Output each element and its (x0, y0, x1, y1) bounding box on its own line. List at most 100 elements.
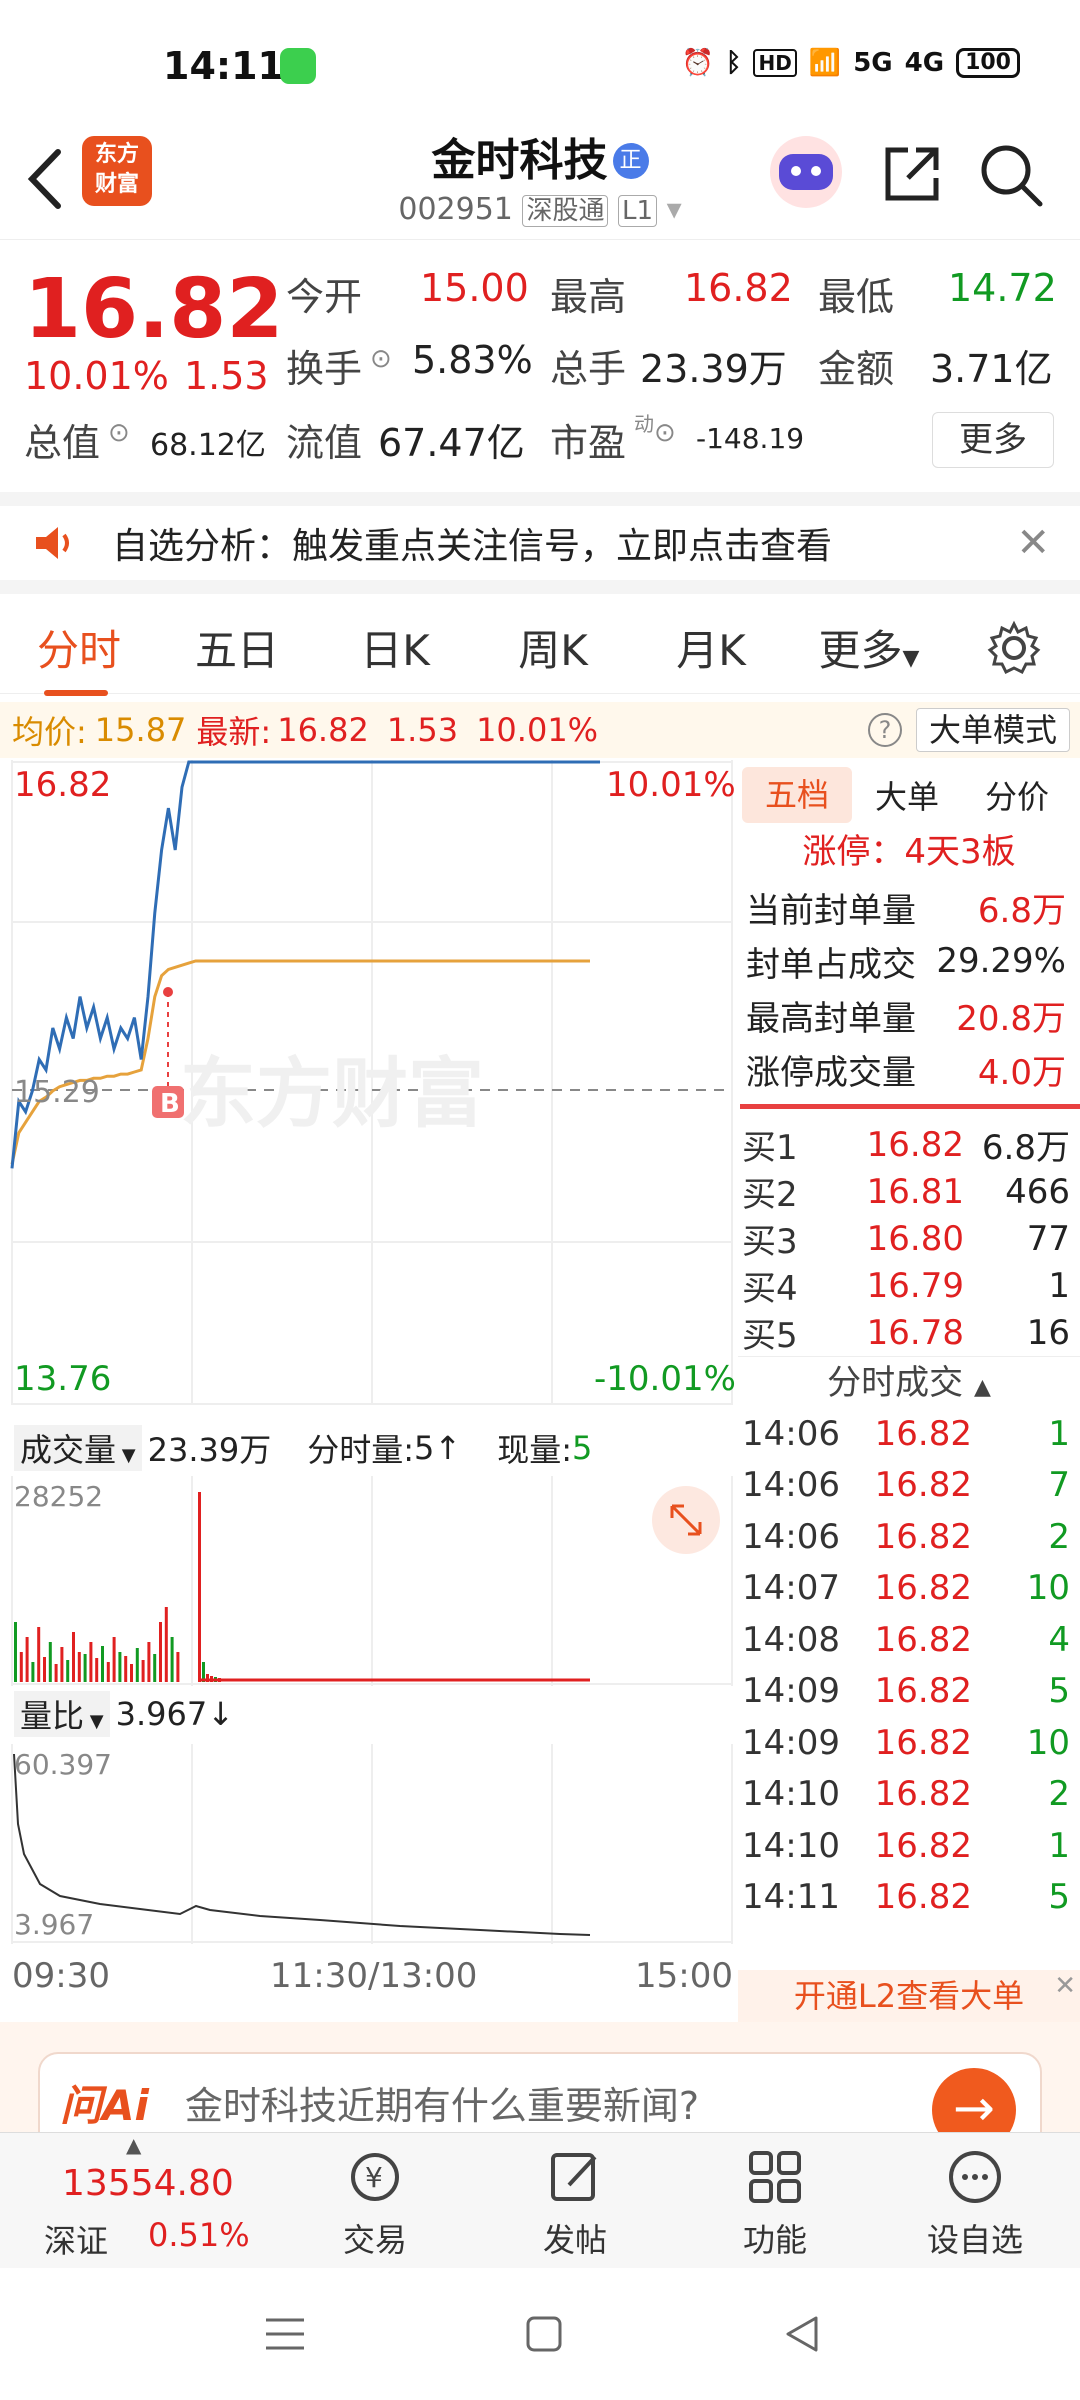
tab-five-levels[interactable]: 五档 (742, 767, 852, 823)
bid-row[interactable]: 买2 16.81 466 (738, 1168, 1080, 1216)
hd-icon: HD (753, 49, 797, 77)
search-icon[interactable] (978, 142, 1044, 208)
change-pct: 10.01% (24, 354, 169, 398)
logo-line2: 财富 (94, 172, 139, 197)
volume-bar (198, 1492, 201, 1682)
volume-ratio-chart[interactable]: 60.397 3.967 (0, 1744, 735, 1944)
latest-change: 1.53 (386, 711, 459, 749)
intraday-chart-area[interactable]: 东方财富 B 16.82 10.01% 15.29 13.76 -10.01% … (0, 760, 735, 2022)
tab-more[interactable]: 更多▼ (790, 617, 948, 678)
volume-total: 23.39万 (147, 1431, 272, 1469)
volume-bar (176, 1652, 180, 1682)
alarm-icon: ⏰ (681, 48, 714, 78)
home-icon[interactable] (524, 2314, 564, 2354)
tab-big-order[interactable]: 大单 (852, 772, 962, 818)
chevron-down-icon[interactable]: ▾ (667, 192, 682, 227)
dropdown-icon: ▼ (902, 646, 920, 671)
volume-bar (153, 1654, 157, 1682)
bid-row[interactable]: 买1 16.82 6.8万 (738, 1121, 1080, 1169)
avg-value: 15.87 (94, 711, 187, 749)
tab-weekly-k[interactable]: 周K (474, 617, 632, 678)
ratio-select[interactable]: 量比 ▼ (14, 1691, 110, 1737)
tab-intraday[interactable]: 分时 (0, 617, 158, 696)
robot-assistant-icon[interactable] (770, 136, 842, 208)
tab-daily-k[interactable]: 日K (316, 617, 474, 678)
zheng-badge: 正 (612, 143, 649, 179)
back-nav-icon[interactable] (780, 2312, 824, 2356)
function-button[interactable]: 功能 (700, 2147, 850, 2261)
bid-row[interactable]: 买4 16.79 1 (738, 1262, 1080, 1310)
volume-bar (83, 1654, 87, 1682)
low-value: 14.72 (948, 266, 1057, 310)
stock-code: 002951 (398, 192, 513, 227)
volume-select[interactable]: 成交量 ▼ (14, 1425, 142, 1471)
bottom-toolbar: ▲ 13554.80 深证 0.51% ¥ 交易 发帖 功能 设自选 (0, 2132, 1080, 2268)
add-watchlist-button[interactable]: 设自选 (900, 2147, 1050, 2261)
tab-monthly-k[interactable]: 月K (632, 617, 790, 678)
caret-up-icon: ▲ (973, 1375, 991, 1400)
bid-row[interactable]: 买3 16.80 77 (738, 1215, 1080, 1263)
analysis-banner[interactable]: 自选分析：触发重点关注信号，立即点击查看 ✕ (0, 492, 1080, 594)
trade-button[interactable]: ¥ 交易 (300, 2147, 450, 2261)
volume-bar (159, 1622, 162, 1682)
tab-price-split[interactable]: 分价 (962, 772, 1072, 818)
tab-5day[interactable]: 五日 (158, 617, 316, 678)
low-label: 最低 (818, 275, 895, 319)
logo-line1: 东方 (94, 142, 139, 167)
ai-ask-bar: 问Ai 金时科技近期有什么重要新闻? → (0, 2022, 1080, 2152)
pe-label: 市盈 (550, 421, 627, 465)
share-icon[interactable] (880, 142, 944, 206)
bluetooth-icon: ᛒ (725, 48, 742, 78)
volume-bar (48, 1642, 52, 1682)
watermark: 东方财富 (180, 1049, 484, 1138)
info-icon[interactable]: ⊙ (370, 344, 392, 374)
big-order-mode-button[interactable]: 大单模式 (916, 708, 1071, 752)
volume-bar (89, 1642, 93, 1682)
info-icon[interactable]: ⊙ (108, 418, 130, 448)
tick-row: 14:06 16.82 1 (742, 1413, 1070, 1454)
help-icon[interactable]: ? (868, 713, 902, 747)
volume-bar (37, 1627, 41, 1682)
axis-top-price: 16.82 (14, 765, 111, 805)
volume-chart[interactable]: 28252 (0, 1476, 735, 1686)
stat-row: 当前封单量 6.8万 (746, 890, 1066, 931)
l2-upsell-banner[interactable]: 开通L2查看大单 ✕ (738, 1970, 1080, 2022)
post-button[interactable]: 发帖 (500, 2147, 650, 2261)
axis-top-pct: 10.01% (606, 765, 735, 805)
status-time: 14:11 (163, 44, 284, 88)
close-icon[interactable]: ✕ (1016, 520, 1050, 566)
more-button[interactable]: 更多 (932, 412, 1054, 468)
index-widget[interactable]: 13554.80 深证 0.51% (40, 2163, 260, 2262)
close-icon[interactable]: ✕ (1054, 1960, 1076, 2012)
buy-marker-label: B (160, 1089, 180, 1119)
tick-row: 14:06 16.82 7 (742, 1465, 1070, 1506)
menu-icon[interactable] (262, 2314, 308, 2354)
bid-row[interactable]: 买5 16.78 16 (738, 1309, 1080, 1357)
pe-value: -148.19 (696, 422, 805, 455)
buy-marker-dot (163, 987, 173, 997)
stock-title-block[interactable]: 金时科技 正 002951 深股通 L1 ▾ (320, 124, 760, 227)
gear-icon[interactable] (986, 620, 1042, 676)
axis-bottom-pct: -10.01% (594, 1359, 735, 1399)
ticks-title[interactable]: 分时成交 ▲ (738, 1356, 1080, 1408)
battery-icon: 100 (956, 48, 1020, 78)
level-tag: L1 (618, 195, 658, 227)
ratio-min: 3.967 (14, 1908, 94, 1941)
avg-label: 均价: (12, 713, 87, 751)
latest-value: 16.82 (277, 711, 369, 749)
high-value: 16.82 (684, 266, 793, 310)
down-arrow-icon: ↓ (207, 1695, 235, 1733)
volume-bar (141, 1660, 145, 1682)
float-value: 67.47亿 (378, 421, 525, 465)
volume-bars (14, 1492, 590, 1682)
back-icon[interactable] (20, 144, 70, 214)
price-chart[interactable]: 东方财富 B 16.82 10.01% 15.29 13.76 -10.01% (0, 760, 735, 1405)
tick-row: 14:09 16.82 5 (742, 1671, 1070, 1712)
info-icon[interactable]: ⊙ (654, 418, 676, 448)
index-pct: 0.51% (148, 2216, 250, 2254)
turnover-label: 换手 (286, 347, 363, 391)
status-bar: 14:11 ⏰ ᛒ HD 📶 5G 4G 100 (0, 0, 1080, 130)
chart-tabs: 分时 五日 日K 周K 月K 更多▼ (0, 602, 1080, 696)
stat-row: 最高封单量 20.8万 (746, 998, 1066, 1039)
app-logo: 东方 财富 (82, 136, 152, 206)
